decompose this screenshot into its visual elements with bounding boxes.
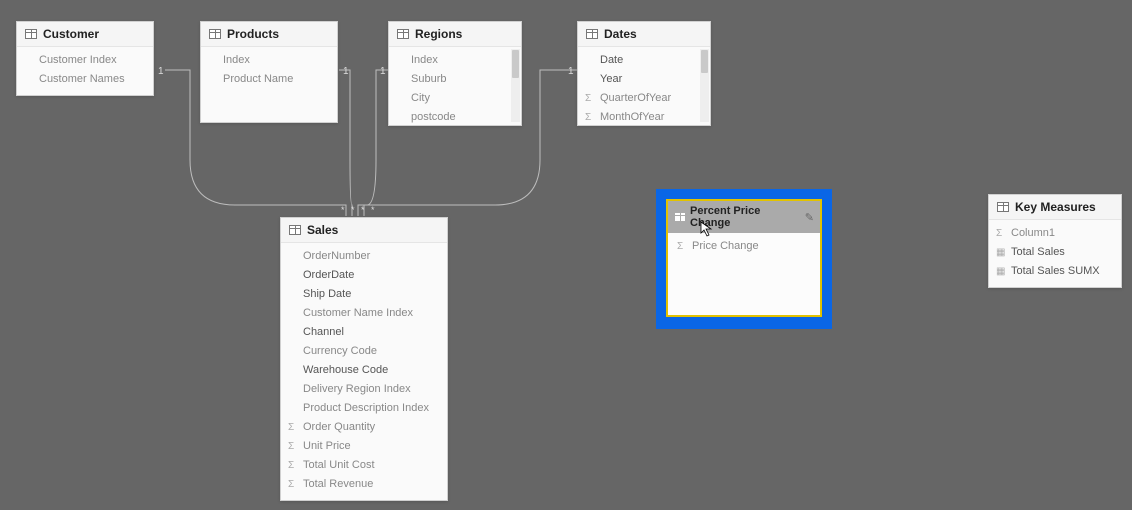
sigma-icon: Σ: [288, 458, 294, 473]
table-column[interactable]: Index: [203, 51, 335, 70]
table-column[interactable]: Date: [580, 51, 708, 70]
table-body: Index Product Name: [201, 47, 337, 95]
table-column[interactable]: OrderDate: [283, 266, 445, 285]
table-column[interactable]: Currency Code: [283, 342, 445, 361]
model-canvas[interactable]: 1 1 1 1 * * * * Customer Customer Index …: [0, 0, 1132, 510]
table-customer[interactable]: Customer Customer Index Customer Names: [16, 21, 154, 96]
table-column[interactable]: ΣTotal Unit Cost: [283, 456, 445, 475]
table-column[interactable]: ΣOrder Quantity: [283, 418, 445, 437]
table-column[interactable]: Warehouse Code: [283, 361, 445, 380]
table-icon: [674, 212, 686, 222]
sigma-icon: Σ: [996, 226, 1002, 241]
scrollbar[interactable]: [511, 49, 520, 122]
table-column[interactable]: ΣTotal Revenue: [283, 475, 445, 494]
table-column[interactable]: OrderNumber: [283, 247, 445, 266]
table-column[interactable]: postcode: [391, 108, 519, 124]
relationship-lines: 1 1 1 1 * * * *: [0, 0, 1132, 510]
table-icon: [397, 29, 409, 39]
table-title: Products: [227, 27, 279, 41]
svg-text:1: 1: [158, 66, 164, 77]
table-icon: [289, 225, 301, 235]
table-column[interactable]: Index: [391, 51, 519, 70]
table-body: OrderNumber OrderDate Ship Date Customer…: [281, 243, 447, 500]
table-key-measures[interactable]: Key Measures ΣColumn1 ▦Total Sales ▦Tota…: [988, 194, 1122, 288]
table-body: Date Year ΣQuarterOfYear ΣMonthOfYear Mo…: [578, 47, 710, 124]
table-body: Index Suburb City postcode Longitude: [389, 47, 521, 124]
table-column[interactable]: Customer Names: [19, 70, 151, 89]
table-header[interactable]: Customer: [17, 22, 153, 47]
table-column[interactable]: ΣUnit Price: [283, 437, 445, 456]
table-body: ΣColumn1 ▦Total Sales ▦Total Sales SUMX: [989, 220, 1121, 287]
table-products[interactable]: Products Index Product Name: [200, 21, 338, 123]
table-column[interactable]: ΣColumn1: [991, 224, 1119, 243]
table-dates[interactable]: Dates Date Year ΣQuarterOfYear ΣMonthOfY…: [577, 21, 711, 126]
table-column[interactable]: Customer Name Index: [283, 304, 445, 323]
table-title: Percent Price Change: [690, 205, 801, 229]
svg-text:1: 1: [568, 66, 574, 77]
sigma-icon: Σ: [288, 477, 294, 492]
table-header[interactable]: Key Measures: [989, 195, 1121, 220]
sigma-icon: Σ: [585, 110, 591, 124]
table-column[interactable]: ▦Total Sales SUMX: [991, 262, 1119, 281]
table-header[interactable]: Sales: [281, 218, 447, 243]
scrollbar[interactable]: [700, 49, 709, 122]
calculator-icon: ▦: [996, 245, 1005, 260]
table-column[interactable]: ΣMonthOfYear: [580, 108, 708, 124]
table-column[interactable]: Channel: [283, 323, 445, 342]
table-column[interactable]: ΣPrice Change: [672, 237, 816, 256]
svg-text:1: 1: [380, 66, 386, 77]
table-column[interactable]: ΣQuarterOfYear: [580, 89, 708, 108]
table-column[interactable]: Product Name: [203, 70, 335, 89]
table-icon: [997, 202, 1009, 212]
table-header[interactable]: Dates: [578, 22, 710, 47]
table-sales[interactable]: Sales OrderNumber OrderDate Ship Date Cu…: [280, 217, 448, 501]
table-header[interactable]: Regions: [389, 22, 521, 47]
table-column[interactable]: Delivery Region Index: [283, 380, 445, 399]
table-body: Customer Index Customer Names: [17, 47, 153, 95]
edit-icon[interactable]: ✎: [805, 211, 814, 224]
table-title: Regions: [415, 27, 462, 41]
sigma-icon: Σ: [677, 239, 683, 254]
table-title: Key Measures: [1015, 200, 1096, 214]
table-title: Customer: [43, 27, 99, 41]
table-column[interactable]: Suburb: [391, 70, 519, 89]
sigma-icon: Σ: [288, 420, 294, 435]
table-column[interactable]: City: [391, 89, 519, 108]
sigma-icon: Σ: [288, 439, 294, 454]
selection-highlight: Percent Price Change ✎ ΣPrice Change: [656, 189, 832, 329]
table-icon: [25, 29, 37, 39]
calculator-icon: ▦: [996, 264, 1005, 279]
table-header[interactable]: Percent Price Change ✎: [668, 201, 820, 233]
table-title: Sales: [307, 223, 338, 237]
table-column[interactable]: Ship Date: [283, 285, 445, 304]
sigma-icon: Σ: [585, 91, 591, 106]
table-column[interactable]: Customer Index: [19, 51, 151, 70]
svg-text:* * * *: * * * *: [341, 205, 377, 215]
table-icon: [586, 29, 598, 39]
table-icon: [209, 29, 221, 39]
svg-text:1: 1: [343, 66, 349, 77]
scroll-thumb[interactable]: [512, 50, 519, 78]
table-header[interactable]: Products: [201, 22, 337, 47]
table-column[interactable]: ▦Total Sales: [991, 243, 1119, 262]
table-title: Dates: [604, 27, 637, 41]
scroll-thumb[interactable]: [701, 50, 708, 73]
table-column[interactable]: Year: [580, 70, 708, 89]
table-column[interactable]: Product Description Index: [283, 399, 445, 418]
table-percent-price-change[interactable]: Percent Price Change ✎ ΣPrice Change: [666, 199, 822, 317]
table-regions[interactable]: Regions Index Suburb City postcode Longi…: [388, 21, 522, 126]
table-body: ΣPrice Change: [668, 233, 820, 296]
